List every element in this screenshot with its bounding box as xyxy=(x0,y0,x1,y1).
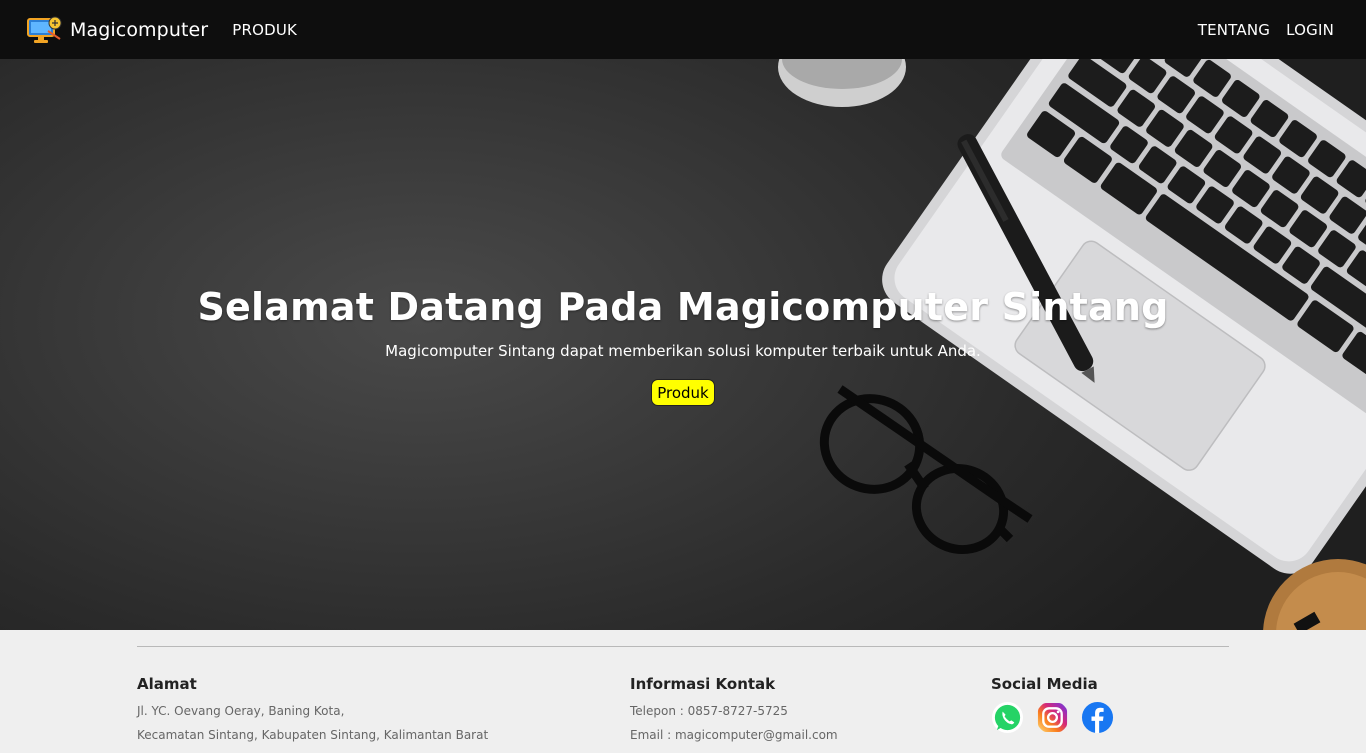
hero-banner: Selamat Datang Pada Magicomputer Sintang… xyxy=(0,59,1366,630)
alamat-heading: Alamat xyxy=(137,675,197,693)
alamat-line-1: Jl. YC. Oevang Oeray, Baning Kota, xyxy=(137,704,345,718)
social-heading: Social Media xyxy=(991,675,1098,693)
nav-link-login[interactable]: LOGIN xyxy=(1286,21,1334,39)
footer-alamat: Alamat Jl. YC. Oevang Oeray, Baning Kota… xyxy=(137,675,488,741)
brand-link[interactable]: Magicomputer xyxy=(26,15,208,45)
whatsapp-icon[interactable] xyxy=(991,701,1024,734)
instagram-icon[interactable] xyxy=(1036,701,1069,734)
kontak-email: Email : magicomputer@gmail.com xyxy=(630,728,838,742)
footer-kontak: Informasi Kontak Telepon : 0857-8727-572… xyxy=(630,675,838,741)
kontak-heading: Informasi Kontak xyxy=(630,675,776,693)
hero-title: Selamat Datang Pada Magicomputer Sintang xyxy=(197,285,1169,329)
brand-name: Magicomputer xyxy=(70,18,209,41)
footer: Alamat Jl. YC. Oevang Oeray, Baning Kota… xyxy=(0,630,1366,753)
produk-button[interactable]: Produk xyxy=(651,379,715,406)
alamat-line-2: Kecamatan Sintang, Kabupaten Sintang, Ka… xyxy=(137,728,489,742)
facebook-icon[interactable] xyxy=(1081,701,1114,734)
footer-social: Social Media xyxy=(991,675,1114,734)
hero-subtitle: Magicomputer Sintang dapat memberikan so… xyxy=(385,342,981,360)
kontak-telepon: Telepon : 0857-8727-5725 xyxy=(630,704,788,718)
computer-logo-icon xyxy=(27,16,62,43)
nav-link-produk[interactable]: PRODUK xyxy=(232,21,297,39)
navbar: Magicomputer PRODUK TENTANG LOGIN xyxy=(0,0,1366,59)
footer-divider xyxy=(137,646,1229,647)
nav-link-tentang[interactable]: TENTANG xyxy=(1198,21,1270,39)
